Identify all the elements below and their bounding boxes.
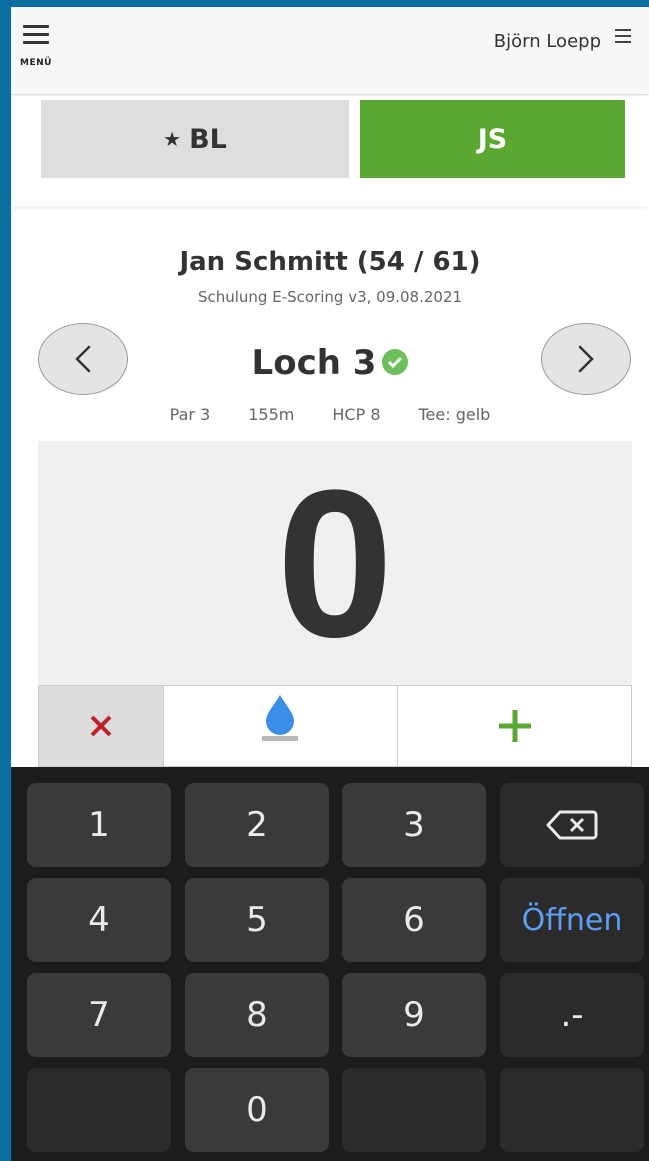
score-value: 0 [276,445,394,681]
star-icon: ★ [163,127,182,151]
player-tab-js-label: JS [477,123,508,155]
empty-key-middle [342,1068,486,1152]
player-tab-js[interactable]: JS [360,100,625,178]
key-4[interactable]: 4 [27,878,171,962]
player-tab-bl[interactable]: ★ BL [41,100,349,178]
numeric-keyboard: 1 2 3 4 5 6 Öffnen 7 8 9 .- 0 [11,767,649,1161]
empty-key-left [27,1068,171,1152]
hole-hcp: HCP 8 [332,405,381,424]
empty-key-right [500,1068,644,1152]
key-7[interactable]: 7 [27,973,171,1057]
key-9[interactable]: 9 [342,973,486,1057]
menu-label: MENÜ [20,58,52,68]
key-3[interactable]: 3 [342,783,486,867]
hole-tee: Tee: gelb [418,405,491,424]
key-2[interactable]: 2 [185,783,329,867]
key-8[interactable]: 8 [185,973,329,1057]
user-menu-icon[interactable] [615,29,635,49]
app-screen: MENÜ Björn Loepp ★ BL JS Jan Schmitt (54… [11,7,649,767]
next-hole-button[interactable] [541,323,631,395]
hole-title-text: Loch 3 [251,343,377,383]
menu-button[interactable]: MENÜ [20,25,54,69]
key-5[interactable]: 5 [185,878,329,962]
score-buttons [38,685,632,767]
player-tabs: ★ BL JS [11,96,649,206]
open-key[interactable]: Öffnen [500,878,644,962]
penalty-button[interactable] [164,686,398,766]
player-title: Jan Schmitt (54 / 61) [179,247,481,277]
score-display[interactable]: 0 [38,441,632,686]
check-circle-icon [382,348,409,375]
hole-par: Par 3 [169,405,211,424]
hole-distance: 155m [248,405,295,424]
backspace-icon [546,810,598,840]
key-6[interactable]: 6 [342,878,486,962]
hole-info: Par 3 155m HCP 8 Tee: gelb [11,405,649,424]
top-bar: MENÜ Björn Loepp [11,7,649,95]
decrement-button[interactable] [39,686,164,766]
event-subtitle: Schulung E-Scoring v3, 09.08.2021 [197,288,463,306]
water-drop-icon [262,695,298,741]
close-icon [90,715,112,737]
key-1[interactable]: 1 [27,783,171,867]
hamburger-icon [23,25,49,28]
chevron-right-icon [578,345,594,373]
dot-dash-key[interactable]: .- [500,973,644,1057]
player-tab-bl-label: BL [189,123,227,155]
user-name[interactable]: Björn Loepp [494,31,601,52]
plus-icon [498,710,531,742]
increment-button[interactable] [398,686,631,766]
backspace-key[interactable] [500,783,644,867]
key-0[interactable]: 0 [185,1068,329,1152]
